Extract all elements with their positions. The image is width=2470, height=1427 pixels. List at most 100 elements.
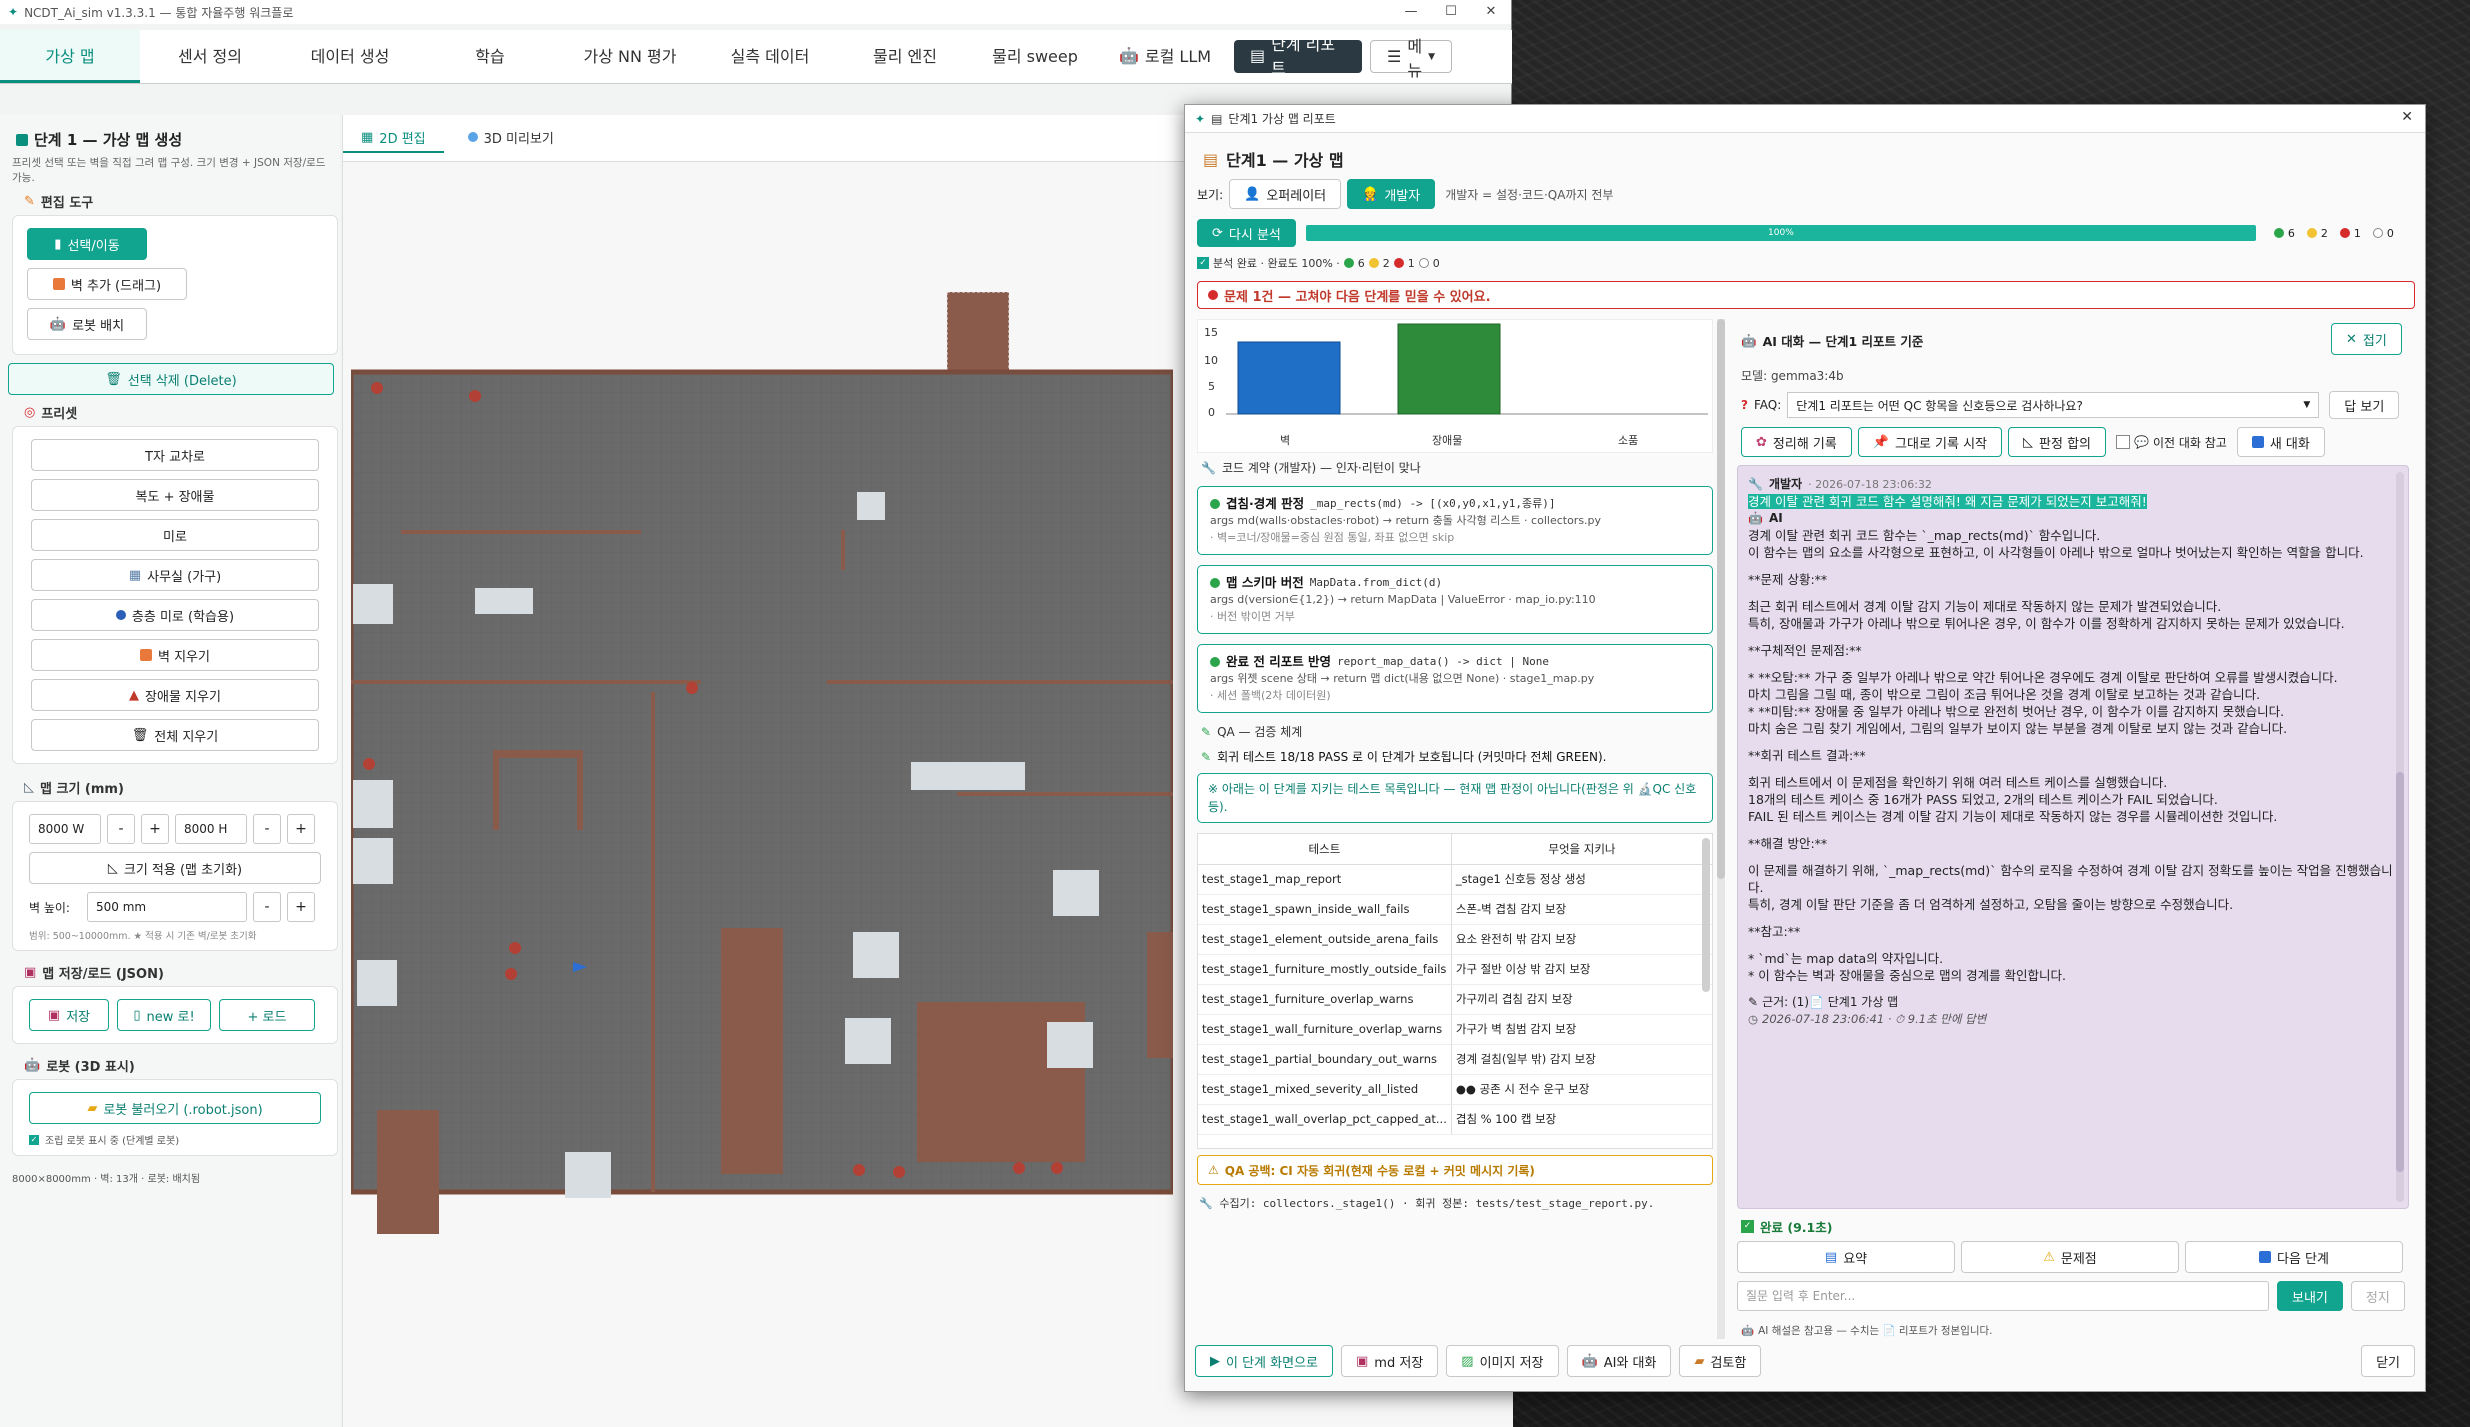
prev-ref-checkbox[interactable]: 💬 이전 대화 참고 xyxy=(2116,434,2227,451)
place-robot-button[interactable]: 🤖 로봇 배치 xyxy=(27,308,147,340)
md-save-button[interactable]: ▣ md 저장 xyxy=(1341,1345,1439,1377)
summarize-record-button[interactable]: ✿ 정리해 기록 xyxy=(1741,427,1852,457)
load-button[interactable]: + 로드 xyxy=(219,999,315,1031)
wall[interactable] xyxy=(957,792,1173,796)
table-row[interactable]: test_stage1_spawn_inside_wall_fails 스폰-벽 … xyxy=(1198,894,1712,925)
wall[interactable] xyxy=(827,680,1173,684)
verdict-agree-button[interactable]: ◺ 판정 합의 xyxy=(2008,427,2107,457)
table-row[interactable]: test_stage1_furniture_mostly_outside_fai… xyxy=(1198,954,1712,985)
add-wall-button[interactable]: 벽 추가 (드래그) xyxy=(27,268,187,300)
preset-corridor[interactable]: 복도 + 장애물 xyxy=(31,479,319,511)
apply-size-button[interactable]: ◺ 크기 적용 (맵 초기화) xyxy=(29,852,321,884)
chat-scrollbar[interactable] xyxy=(2396,472,2404,1202)
height-input[interactable]: 8000 H xyxy=(175,814,247,844)
obstacle[interactable] xyxy=(853,932,899,978)
review-box-button[interactable]: ▰ 검토함 xyxy=(1679,1345,1762,1377)
new-button[interactable]: ▯ new 로! xyxy=(117,999,211,1031)
width-input[interactable]: 8000 W xyxy=(29,814,101,844)
table-row[interactable]: test_stage1_wall_overlap_pct_capped_at..… xyxy=(1198,1104,1712,1135)
table[interactable] xyxy=(493,750,583,758)
height-increment[interactable]: + xyxy=(287,814,315,844)
clear-all-button[interactable]: 🗑 전체 지우기 xyxy=(31,719,319,751)
maximize-icon[interactable]: ☐ xyxy=(1431,0,1471,24)
furniture[interactable] xyxy=(377,1110,439,1234)
table-leg[interactable] xyxy=(493,750,499,830)
tab-datagen[interactable]: 데이터 생성 xyxy=(280,30,420,83)
record-start-button[interactable]: 📌 그대로 기록 시작 xyxy=(1857,427,2003,457)
robot-load-button[interactable]: ▰ 로봇 불러오기 (.robot.json) xyxy=(29,1092,321,1124)
obstacle[interactable] xyxy=(353,838,393,884)
wall-height-input[interactable]: 500 mm xyxy=(87,892,247,922)
obstacle[interactable] xyxy=(565,1152,611,1198)
obstacle[interactable] xyxy=(857,492,885,520)
problems-button[interactable]: ⚠ 문제점 xyxy=(1961,1241,2179,1273)
ai-chat-button[interactable]: 🤖 AI와 대화 xyxy=(1566,1345,1672,1377)
minimize-icon[interactable]: — xyxy=(1391,0,1431,24)
tab-sweep[interactable]: 물리 sweep xyxy=(970,30,1100,83)
table-row[interactable]: test_stage1_partial_boundary_out_warns 경계… xyxy=(1198,1044,1712,1075)
developer-button[interactable]: 👷 개발자 xyxy=(1347,179,1436,209)
clear-walls-button[interactable]: 벽 지우기 xyxy=(31,639,319,671)
next-step-button[interactable]: 다음 단계 xyxy=(2185,1241,2403,1273)
tab-physics[interactable]: 물리 엔진 xyxy=(840,30,970,83)
chat-input[interactable]: 질문 입력 후 Enter... xyxy=(1737,1281,2269,1311)
tab-2d-edit[interactable]: ▦ 2D 편집 xyxy=(343,123,444,153)
table-row[interactable]: test_stage1_map_report _stage1 신호등 정상 생성 xyxy=(1198,864,1712,895)
obstacle[interactable] xyxy=(353,584,393,624)
preset-t-junction[interactable]: T자 교차로 xyxy=(31,439,319,471)
width-increment[interactable]: + xyxy=(141,814,169,844)
wall-height-decrement[interactable]: - xyxy=(253,892,281,922)
width-decrement[interactable]: - xyxy=(107,814,135,844)
obstacle[interactable] xyxy=(1047,1022,1093,1068)
preset-maze[interactable]: 미로 xyxy=(31,519,319,551)
tab-3d-preview[interactable]: 3D 미리보기 xyxy=(450,123,572,153)
close-icon[interactable]: ✕ xyxy=(2401,109,2413,125)
close-icon[interactable]: ✕ xyxy=(1471,0,1511,24)
stop-button[interactable]: 정지 xyxy=(2350,1281,2405,1311)
preset-office[interactable]: ▦ 사무실 (가구) xyxy=(31,559,319,591)
obstacle[interactable] xyxy=(357,960,397,1006)
close-button[interactable]: 닫기 xyxy=(2361,1345,2415,1377)
preset-layered-maze[interactable]: 층층 미로 (학습용) xyxy=(31,599,319,631)
save-button[interactable]: ▣ 저장 xyxy=(29,999,109,1031)
delete-selection-button[interactable]: 🗑 선택 삭제 (Delete) xyxy=(8,363,334,395)
map-canvas[interactable] xyxy=(351,292,1173,1308)
tab-stage-report[interactable]: ▤ 단계 리포트 xyxy=(1234,35,1362,78)
scrollbar-thumb[interactable] xyxy=(1717,319,1725,879)
wall[interactable] xyxy=(401,530,641,534)
menu-button[interactable]: ☰ 메뉴 ▼ xyxy=(1370,37,1452,80)
table-row[interactable]: test_stage1_element_outside_arena_fails 요… xyxy=(1198,924,1712,955)
new-chat-button[interactable]: 새 대화 xyxy=(2236,427,2325,457)
obstacle[interactable] xyxy=(353,780,393,828)
tab-nn-eval[interactable]: 가상 NN 평가 xyxy=(560,30,700,83)
scrollbar[interactable] xyxy=(1702,838,1710,992)
obstacle[interactable] xyxy=(1053,870,1099,916)
wall[interactable] xyxy=(351,680,701,684)
height-decrement[interactable]: - xyxy=(253,814,281,844)
furniture[interactable] xyxy=(1147,932,1173,1058)
faq-answer-button[interactable]: 답 보기 xyxy=(2329,391,2400,419)
table-row[interactable]: test_stage1_mixed_severity_all_listed ●● … xyxy=(1198,1074,1712,1105)
obstacle[interactable] xyxy=(911,762,1025,790)
wall[interactable] xyxy=(651,692,655,1192)
tab-training[interactable]: 학습 xyxy=(420,30,560,83)
reanalyze-button[interactable]: ⟳ 다시 분석 xyxy=(1197,219,1296,247)
left-pane-scrollbar[interactable] xyxy=(1717,319,1725,1339)
faq-select[interactable]: 단계1 리포트는 어떤 QC 항목을 신호등으로 검사하나요? ▼ xyxy=(1787,392,2320,418)
obstacle[interactable] xyxy=(845,1018,891,1064)
wall-height-increment[interactable]: + xyxy=(287,892,315,922)
robot-show-checkbox[interactable]: ✓ 조립 로봇 표시 중 (단계별 로봇) xyxy=(29,1132,321,1147)
furniture[interactable] xyxy=(721,928,783,1174)
tab-local-llm[interactable]: 🤖 로컬 LLM xyxy=(1100,30,1230,83)
obstacle[interactable] xyxy=(475,588,533,614)
collapse-button[interactable]: ✕ 접기 xyxy=(2331,323,2402,355)
operator-button[interactable]: 👤 오퍼레이터 xyxy=(1229,179,1342,209)
tab-real-data[interactable]: 실측 데이터 xyxy=(700,30,840,83)
image-save-button[interactable]: ▨ 이미지 저장 xyxy=(1446,1345,1559,1377)
goto-stage-button[interactable]: ▶ 이 단계 화면으로 xyxy=(1195,1345,1333,1377)
select-move-button[interactable]: ▮ 선택/이동 xyxy=(27,228,147,260)
wall[interactable] xyxy=(841,530,845,570)
summary-button[interactable]: ▤ 요약 xyxy=(1737,1241,1955,1273)
table-leg[interactable] xyxy=(577,750,583,830)
clear-obstacles-button[interactable]: ▲ 장애물 지우기 xyxy=(31,679,319,711)
